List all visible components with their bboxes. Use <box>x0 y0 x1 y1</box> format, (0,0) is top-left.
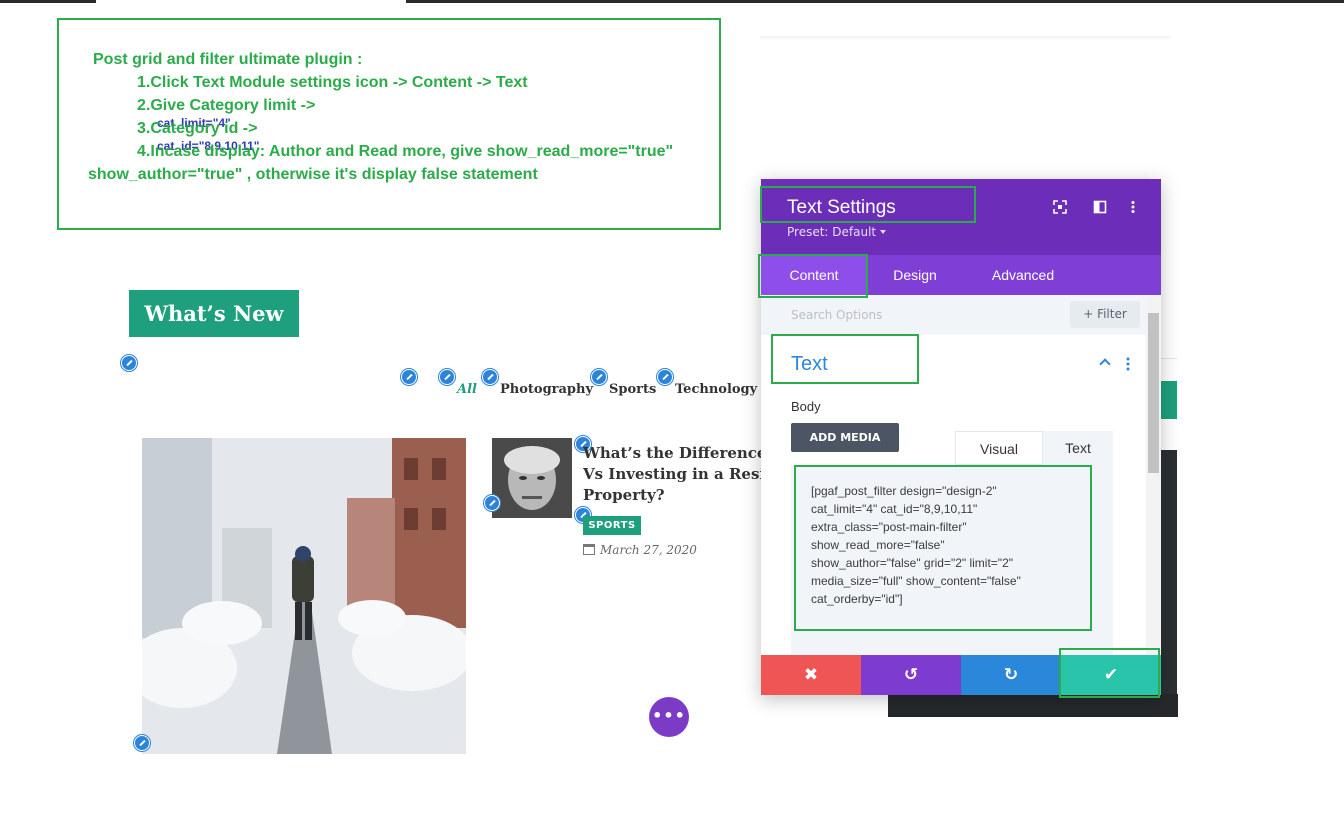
code-line: show_read_more="false" <box>811 538 945 552</box>
tab-content[interactable]: Content <box>761 255 867 295</box>
dark-image-edge <box>1161 450 1177 717</box>
preset-dropdown[interactable]: Preset: Default <box>787 225 887 239</box>
shortcode-textarea[interactable]: [pgaf_post_filter design="design-2" cat_… <box>791 465 1113 655</box>
filter-technology[interactable]: Technology <box>675 382 757 397</box>
face-illustration <box>492 438 572 518</box>
panel-body: Search Options + Filter Text Body ADD ME… <box>761 295 1146 655</box>
edit-pencil-icon[interactable] <box>484 495 500 511</box>
filter-all[interactable]: All <box>457 382 477 397</box>
section-toggle-text[interactable]: Text <box>791 353 828 376</box>
edit-pencil-icon[interactable] <box>439 369 455 385</box>
section-title: What’s New <box>129 290 299 337</box>
panel-tabs: Content Design Advanced <box>761 255 1161 295</box>
filter-photography[interactable]: Photography <box>500 382 593 397</box>
divider <box>1161 358 1177 359</box>
text-settings-panel: Text Settings Preset: Default Content De… <box>761 179 1161 695</box>
filter-button[interactable]: + Filter <box>1070 301 1140 328</box>
instruction-step-1: 1.Click Text Module settings icon -> Con… <box>137 74 528 91</box>
step-3-text: 3.Category id -> <box>137 120 258 137</box>
screen: Post grid and filter ultimate plugin : 1… <box>0 0 1344 832</box>
caret-down-icon <box>880 230 887 234</box>
instruction-step-2: 2.Give Category limit -> cat_limit="4" <box>137 97 316 130</box>
more-options-icon[interactable] <box>1126 200 1140 214</box>
body-label: Body <box>791 399 821 414</box>
code-line: show_author="false" grid="2" limit="2" <box>811 556 1013 570</box>
code-line: extra_class="post-main-filter" <box>811 520 967 534</box>
editor-tab-visual[interactable]: Visual <box>955 431 1043 465</box>
instruction-step-3: 3.Category id -> cat_id="8,9,10,11" <box>137 120 259 153</box>
post-title-line: Vs Investing in a Reside <box>583 465 763 483</box>
edit-pencil-icon[interactable] <box>401 369 417 385</box>
panel-footer: ✖ ↺ ↻ ✔ <box>761 655 1161 695</box>
add-media-button[interactable]: ADD MEDIA <box>791 423 899 452</box>
instruction-box: Post grid and filter ultimate plugin : 1… <box>57 18 721 230</box>
edit-pencil-icon[interactable] <box>482 369 498 385</box>
edit-pencil-icon[interactable] <box>121 355 137 371</box>
top-bar-right <box>406 0 1344 3</box>
save-button[interactable]: ✔ <box>1061 655 1161 695</box>
calendar-icon <box>583 544 595 555</box>
edit-pencil-icon[interactable] <box>591 369 607 385</box>
post-title-line: Property? <box>583 486 665 504</box>
shortcode-content: [pgaf_post_filter design="design-2" cat_… <box>811 482 1091 608</box>
step-2-text: 2.Give Category limit -> <box>137 97 316 114</box>
search-options-input[interactable]: Search Options <box>791 308 882 322</box>
post-image-snow-street[interactable] <box>142 438 466 754</box>
tab-design[interactable]: Design <box>867 255 963 295</box>
preset-label: Preset: Default <box>787 225 877 239</box>
dark-image-bottom <box>888 694 1178 717</box>
code-line: cat_limit="4" cat_id="8,9,10,11" <box>811 502 978 516</box>
post-title-line: What’s the Difference: B <box>583 444 763 462</box>
teal-block <box>1161 381 1177 419</box>
undo-button[interactable]: ↺ <box>861 655 961 695</box>
fullscreen-icon[interactable] <box>1053 200 1067 214</box>
panel-header: Text Settings Preset: Default <box>761 179 1161 255</box>
search-bar: Search Options + Filter <box>761 295 1146 335</box>
instruction-step-4: 4.Incase display: Author and Read more, … <box>137 143 674 160</box>
text-section: Text Body ADD MEDIA Visual Text [pgaf_po… <box>771 335 1146 655</box>
instruction-heading: Post grid and filter ultimate plugin : <box>93 51 363 68</box>
code-line: cat_orderby="id"] <box>811 592 903 606</box>
editor-tab-text[interactable]: Text <box>1043 431 1113 465</box>
tab-advanced[interactable]: Advanced <box>963 255 1083 295</box>
scrollbar-thumb[interactable] <box>1148 313 1159 473</box>
redo-button[interactable]: ↻ <box>961 655 1061 695</box>
filter-sports[interactable]: Sports <box>609 382 656 397</box>
chevron-up-icon[interactable] <box>1099 358 1111 370</box>
code-line: [pgaf_post_filter design="design-2" <box>811 484 997 498</box>
code-line: media_size="full" show_content="false" <box>811 574 1021 588</box>
cancel-button[interactable]: ✖ <box>761 655 861 695</box>
section-more-icon[interactable] <box>1126 357 1130 371</box>
top-bar-left <box>0 0 96 3</box>
builder-more-button[interactable]: ••• <box>649 697 689 737</box>
edit-pencil-icon[interactable] <box>657 369 673 385</box>
post-title-link[interactable]: What’s the Difference: B Vs Investing in… <box>583 443 763 506</box>
instruction-step-4-cont: show_author="true" , otherwise it's disp… <box>88 166 538 183</box>
panel-title: Text Settings <box>787 197 896 218</box>
edit-pencil-icon[interactable] <box>134 735 150 751</box>
page-section-shadow <box>760 36 1170 40</box>
panel-scrollbar[interactable] <box>1146 295 1161 655</box>
snow-street-illustration <box>142 438 466 754</box>
post-date-text: March 27, 2020 <box>600 543 697 557</box>
post-date: March 27, 2020 <box>583 543 697 557</box>
post-thumbnail-face[interactable] <box>492 438 572 518</box>
split-view-icon[interactable] <box>1093 200 1107 214</box>
category-tag[interactable]: SPORTS <box>583 516 641 535</box>
